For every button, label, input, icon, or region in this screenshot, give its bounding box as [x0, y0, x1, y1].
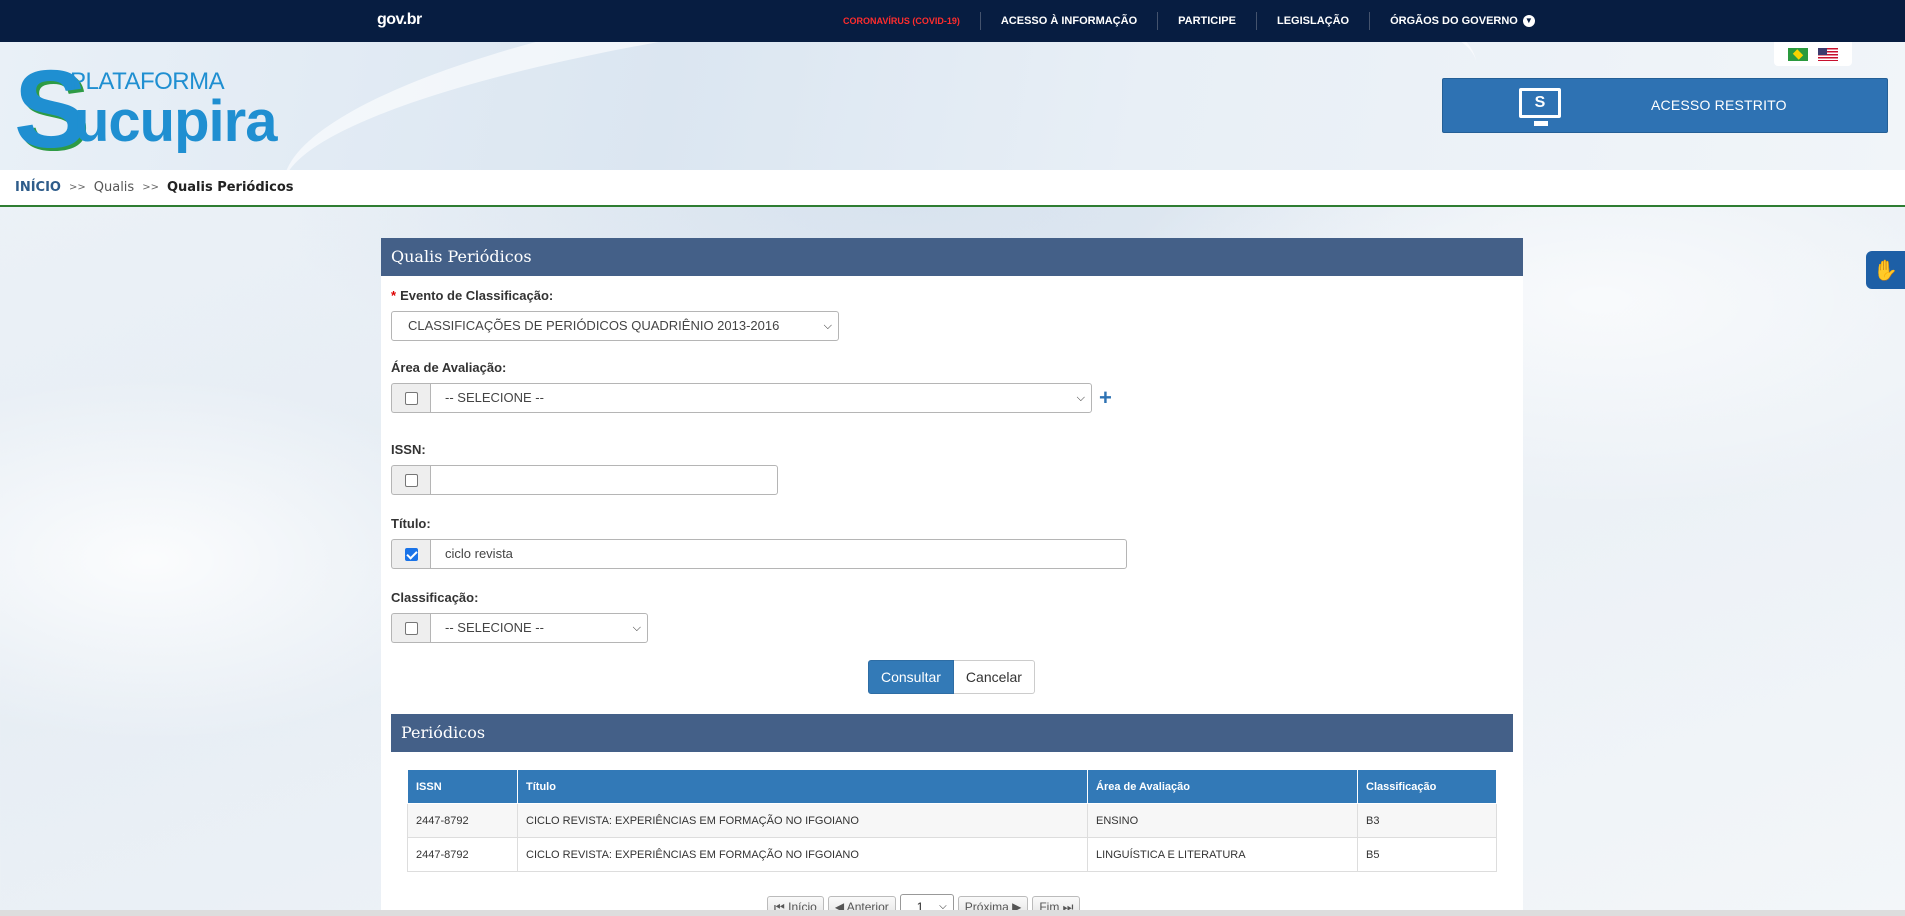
classificacao-label: Classificação:	[391, 590, 479, 605]
cell-area: ENSINO	[1087, 803, 1358, 838]
issn-group	[391, 465, 778, 495]
evento-select-value: CLASSIFICAÇÕES DE PERIÓDICOS QUADRIÊNIO …	[408, 318, 780, 333]
titulo-checkbox[interactable]	[404, 547, 418, 561]
gov-menu-legislacao[interactable]: LEGISLAÇÃO	[1255, 12, 1369, 30]
cell-classificacao: B3	[1357, 803, 1497, 838]
gov-menu-acesso-informacao[interactable]: ACESSO À INFORMAÇÃO	[979, 12, 1157, 30]
evento-label: * Evento de Classificação:	[391, 288, 553, 303]
issn-input[interactable]	[430, 465, 778, 495]
titulo-checkbox-addon[interactable]	[391, 539, 430, 569]
classificacao-select-value: -- SELECIONE --	[445, 620, 544, 635]
titulo-input[interactable]: ciclo revista	[430, 539, 1127, 569]
govbr-logo[interactable]: gov.br	[377, 11, 422, 29]
column-header-classificacao[interactable]: Classificação	[1357, 769, 1497, 804]
add-area-icon[interactable]: +	[1099, 387, 1112, 409]
cell-classificacao: B5	[1357, 837, 1497, 872]
sucupira-logo[interactable]: S PLATAFORMA ucupira	[14, 55, 284, 165]
cell-area: LINGUÍSTICA E LITERATURA	[1087, 837, 1358, 872]
qualis-panel: Qualis Periódicos * Evento de Classificaç…	[381, 238, 1523, 916]
area-group: -- SELECIONE -- ⌵	[391, 383, 1092, 413]
column-header-titulo[interactable]: Título	[517, 769, 1088, 804]
area-checkbox[interactable]	[404, 391, 418, 405]
classificacao-group: -- SELECIONE -- ⌵	[391, 613, 648, 643]
breadcrumb-home[interactable]: INÍCIO	[15, 180, 61, 195]
classificacao-select[interactable]: -- SELECIONE -- ⌵	[430, 613, 648, 643]
gov-top-bar: gov.br CORONAVÍRUS (COVID-19) ACESSO À I…	[0, 0, 1905, 42]
panel-title: Qualis Periódicos	[381, 238, 1523, 276]
bottom-scrollbar[interactable]	[0, 910, 1905, 916]
cell-titulo: CICLO REVISTA: EXPERIÊNCIAS EM FORMAÇÃO …	[517, 837, 1088, 872]
cell-issn: 2447-8792	[407, 803, 518, 838]
titulo-label: Título:	[391, 516, 431, 531]
chevron-down-icon: ⌵	[632, 622, 641, 634]
gov-menu: CORONAVÍRUS (COVID-19) ACESSO À INFORMAÇ…	[843, 0, 1555, 42]
area-label: Área de Avaliação:	[391, 360, 507, 375]
table-row[interactable]: 2447-8792 CICLO REVISTA: EXPERIÊNCIAS EM…	[407, 803, 1497, 838]
breadcrumb-qualis[interactable]: Qualis	[94, 180, 134, 195]
cell-titulo: CICLO REVISTA: EXPERIÊNCIAS EM FORMAÇÃO …	[517, 803, 1088, 838]
issn-checkbox[interactable]	[404, 473, 418, 487]
column-header-area[interactable]: Área de Avaliação	[1087, 769, 1358, 804]
gov-menu-participe[interactable]: PARTICIPE	[1157, 12, 1256, 30]
usa-flag-icon[interactable]	[1818, 47, 1838, 61]
area-select-value: -- SELECIONE --	[445, 390, 544, 405]
issn-checkbox-addon[interactable]	[391, 465, 430, 495]
sign-language-icon[interactable]: ✋	[1866, 251, 1905, 289]
breadcrumb-current: Qualis Periódicos	[166, 180, 294, 195]
required-mark: *	[391, 288, 397, 303]
results-table: ISSN Título Área de Avaliação Classifica…	[407, 769, 1497, 872]
table-row[interactable]: 2447-8792 CICLO REVISTA: EXPERIÊNCIAS EM…	[407, 837, 1497, 872]
site-header: S PLATAFORMA ucupira S ACESSO RESTRITO	[0, 42, 1905, 170]
restricted-access-label: ACESSO RESTRITO	[1651, 97, 1787, 113]
monitor-icon: S	[1519, 88, 1561, 126]
column-header-issn[interactable]: ISSN	[407, 769, 518, 804]
evento-select[interactable]: CLASSIFICAÇÕES DE PERIÓDICOS QUADRIÊNIO …	[391, 311, 839, 341]
classificacao-checkbox-addon[interactable]	[391, 613, 430, 643]
breadcrumb: INÍCIO >> Qualis >> Qualis Periódicos	[0, 170, 1905, 207]
consultar-button[interactable]: Consultar	[868, 660, 954, 694]
brazil-flag-icon[interactable]	[1788, 47, 1808, 61]
chevron-down-icon: ⌵	[823, 320, 832, 332]
gov-menu-orgaos-label: ÓRGÃOS DO GOVERNO	[1390, 15, 1518, 27]
area-checkbox-addon[interactable]	[391, 383, 430, 413]
area-select[interactable]: -- SELECIONE -- ⌵	[430, 383, 1092, 413]
logo-name: ucupira	[74, 89, 277, 154]
results-title: Periódicos	[391, 714, 1513, 752]
evento-label-text: Evento de Classificação:	[400, 288, 554, 303]
table-header-row: ISSN Título Área de Avaliação Classifica…	[407, 769, 1497, 804]
cell-issn: 2447-8792	[407, 837, 518, 872]
titulo-group: ciclo revista	[391, 539, 1127, 569]
cancelar-button[interactable]: Cancelar	[953, 660, 1035, 694]
classificacao-checkbox[interactable]	[404, 621, 418, 635]
form-actions: Consultar Cancelar	[868, 660, 1035, 694]
chevron-down-icon: ▼	[1522, 15, 1535, 27]
gov-menu-covid[interactable]: CORONAVÍRUS (COVID-19)	[843, 12, 980, 30]
issn-label: ISSN:	[391, 442, 426, 457]
gov-menu-orgaos[interactable]: ÓRGÃOS DO GOVERNO ▼	[1369, 12, 1555, 30]
breadcrumb-separator: >>	[68, 182, 86, 193]
chevron-down-icon: ⌵	[1076, 392, 1085, 404]
restricted-access-button[interactable]: S ACESSO RESTRITO	[1442, 78, 1888, 133]
breadcrumb-separator: >>	[142, 182, 159, 193]
language-flags	[1774, 42, 1852, 66]
